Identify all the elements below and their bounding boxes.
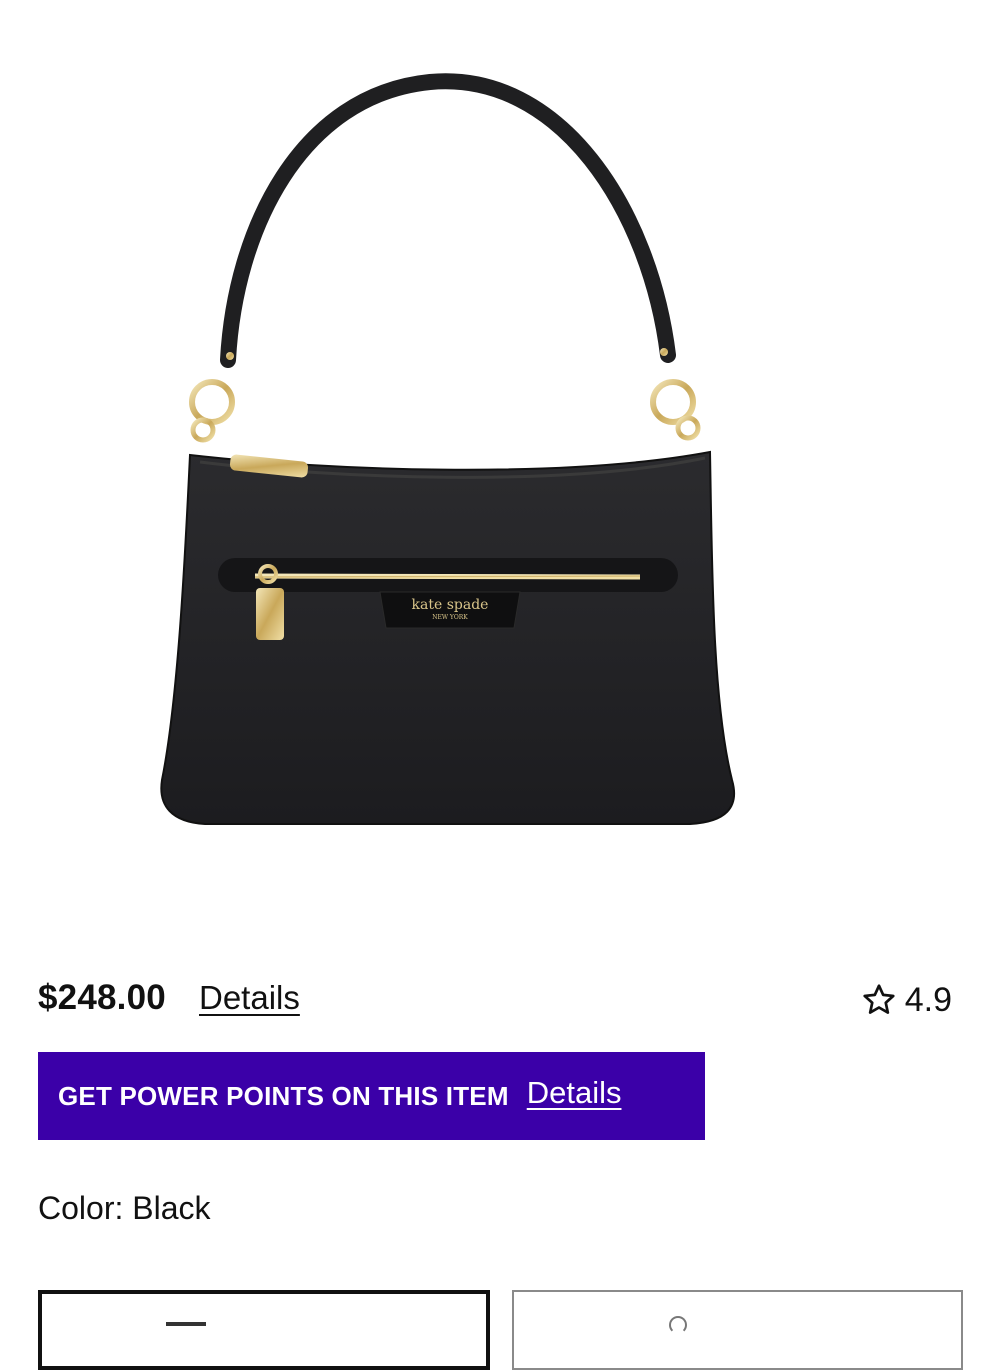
star-outline-icon: [863, 984, 895, 1014]
option-unselected[interactable]: [512, 1290, 963, 1370]
product-photo: kate spade NEW YORK: [160, 73, 736, 825]
brand-stamp: kate spade: [412, 597, 489, 613]
color-label: Color:: [38, 1190, 124, 1226]
brand-stamp-sub: NEW YORK: [432, 614, 468, 621]
option-a-icon: [166, 1322, 206, 1326]
price-details-link[interactable]: Details: [199, 979, 300, 1017]
power-points-text: GET POWER POINTS ON THIS ITEM: [58, 1080, 509, 1111]
option-b-icon: [669, 1316, 687, 1334]
option-selected[interactable]: [38, 1290, 490, 1370]
color-selection: Color: Black: [38, 1190, 211, 1227]
power-points-details-link[interactable]: Details: [527, 1075, 622, 1111]
price: $248.00: [38, 978, 166, 1017]
price-row: $248.00 Details 4.9: [38, 975, 960, 1025]
rating-value: 4.9: [904, 980, 952, 1019]
power-points-banner: GET POWER POINTS ON THIS ITEM Details: [38, 1052, 705, 1140]
rating[interactable]: 4.9: [861, 978, 952, 1022]
product-image[interactable]: kate spade NEW YORK: [0, 0, 1000, 930]
color-value: Black: [132, 1190, 211, 1226]
